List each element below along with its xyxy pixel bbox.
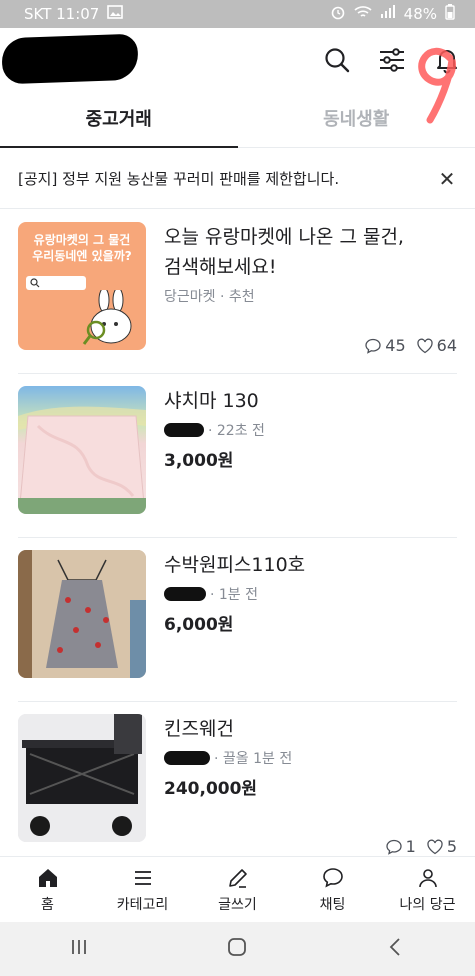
item-stats: 1 5 xyxy=(385,837,457,856)
nav-category[interactable]: 카테고리 xyxy=(95,857,190,922)
recent-apps-icon[interactable] xyxy=(66,934,92,964)
promo-search-box xyxy=(26,276,86,290)
nav-category-label: 카테고리 xyxy=(116,896,169,913)
item-title: 오늘 유랑마켓에 나온 그 물건, 검색해보세요! xyxy=(164,222,457,282)
menu-icon xyxy=(134,870,151,885)
heart-icon xyxy=(427,839,443,854)
chat-bubble-icon xyxy=(385,839,402,855)
wifi-icon xyxy=(354,5,372,23)
signal-icon xyxy=(380,5,396,23)
like-count: 5 xyxy=(426,837,457,856)
item-title: 킨즈웨건 xyxy=(164,718,234,740)
redacted-location xyxy=(164,751,210,765)
item-price: 6,000원 xyxy=(164,615,234,635)
user-icon xyxy=(418,868,437,887)
item-price: 3,000원 xyxy=(164,451,234,471)
item-info: 오늘 유랑마켓에 나온 그 물건, 검색해보세요! 당근마켓 · 추천 xyxy=(164,222,457,306)
notice-text: [공지] 정부 지원 농산물 꾸러미 판매를 제한합니다. xyxy=(18,170,340,188)
nav-home[interactable]: 홈 xyxy=(0,857,95,922)
comment-count-value: 45 xyxy=(385,336,406,355)
item-info: 수박원피스110호 · 1분 전 6,000원 xyxy=(164,550,457,635)
status-bar: SKT 11:07 48% xyxy=(0,0,475,28)
redacted-location xyxy=(164,423,204,437)
notice-banner[interactable]: [공지] 정부 지원 농산물 꾸러미 판매를 제한합니다. ✕ xyxy=(0,149,475,209)
chat-bubble-icon xyxy=(365,338,381,354)
bell-icon[interactable] xyxy=(432,45,462,75)
item-title-line2: 검색해보세요! xyxy=(164,256,277,278)
alarm-icon xyxy=(330,4,346,24)
home-button-icon[interactable] xyxy=(224,934,250,964)
system-navigation-bar xyxy=(0,922,475,976)
list-item[interactable]: 킨즈웨건 · 끌올 1분 전 240,000원 1 5 xyxy=(18,702,457,866)
item-meta: · 22초 전 xyxy=(164,420,457,440)
chat-icon xyxy=(322,867,343,887)
like-count-value: 5 xyxy=(446,837,457,856)
filter-icon[interactable] xyxy=(377,45,407,75)
promo-thumb-line2: 우리동네엔 있을까? xyxy=(32,249,132,263)
heart-icon xyxy=(416,338,433,353)
like-count: 64 xyxy=(416,336,457,355)
comment-count: 1 xyxy=(385,837,416,856)
item-time: · 1분 전 xyxy=(210,587,259,603)
list-item[interactable]: 수박원피스110호 · 1분 전 6,000원 xyxy=(18,538,457,702)
home-icon xyxy=(38,868,57,887)
list-item[interactable]: 유랑마켓의 그 물건 우리동네엔 있을까? 오늘 유랑마켓에 나온 그 물건, … xyxy=(18,210,457,374)
item-thumbnail xyxy=(18,714,146,842)
item-stats: 45 64 xyxy=(364,336,457,355)
pencil-icon xyxy=(228,868,247,888)
item-meta: 당근마켓 · 추천 xyxy=(164,289,255,305)
comment-count: 45 xyxy=(364,336,406,355)
item-thumbnail xyxy=(18,386,146,514)
rabbit-character-icon xyxy=(82,290,132,345)
search-icon[interactable] xyxy=(322,45,352,75)
like-count-value: 64 xyxy=(436,336,457,355)
status-time: SKT 11:07 xyxy=(24,5,100,23)
tab-neighborhood[interactable]: 동네생활 xyxy=(238,94,475,147)
item-price: 240,000원 xyxy=(164,779,258,799)
item-info: 샤치마 130 · 22초 전 3,000원 xyxy=(164,386,457,471)
product-list: 유랑마켓의 그 물건 우리동네엔 있을까? 오늘 유랑마켓에 나온 그 물건, … xyxy=(0,210,475,866)
top-header xyxy=(0,28,475,124)
nav-chat-label: 채팅 xyxy=(319,896,346,913)
item-thumbnail xyxy=(18,550,146,678)
main-tabs: 중고거래 동네생활 xyxy=(0,94,475,148)
item-title: 수박원피스110호 xyxy=(164,554,306,576)
promo-thumb-line1: 유랑마켓의 그 물건 xyxy=(33,233,131,247)
battery-text: 48% xyxy=(403,5,437,23)
item-meta: · 1분 전 xyxy=(164,584,457,604)
nav-write[interactable]: 글쓰기 xyxy=(190,857,285,922)
redacted-location xyxy=(164,587,206,601)
tab-used-trade[interactable]: 중고거래 xyxy=(0,94,238,148)
bottom-navigation: 홈 카테고리 글쓰기 채팅 나의 당근 xyxy=(0,856,475,922)
battery-icon xyxy=(445,4,455,24)
item-time: · 22초 전 xyxy=(208,423,265,439)
nav-home-label: 홈 xyxy=(41,896,54,913)
nav-my-carrot[interactable]: 나의 당근 xyxy=(380,857,475,922)
nav-my-carrot-label: 나의 당근 xyxy=(399,896,456,913)
comment-count-value: 1 xyxy=(405,837,416,856)
item-title-line1: 오늘 유랑마켓에 나온 그 물건, xyxy=(164,226,404,248)
item-info: 킨즈웨건 · 끌올 1분 전 240,000원 xyxy=(164,714,457,799)
close-icon[interactable]: ✕ xyxy=(437,169,457,189)
item-meta: · 끌올 1분 전 xyxy=(164,748,457,768)
list-item[interactable]: 샤치마 130 · 22초 전 3,000원 xyxy=(18,374,457,538)
gallery-icon xyxy=(107,5,124,23)
item-title: 샤치마 130 xyxy=(164,390,259,412)
back-icon[interactable] xyxy=(383,934,409,964)
nav-chat[interactable]: 채팅 xyxy=(285,857,380,922)
redacted-location xyxy=(1,33,139,85)
item-time: · 끌올 1분 전 xyxy=(214,751,293,767)
nav-write-label: 글쓰기 xyxy=(218,896,257,913)
promo-thumbnail: 유랑마켓의 그 물건 우리동네엔 있을까? xyxy=(18,222,146,350)
